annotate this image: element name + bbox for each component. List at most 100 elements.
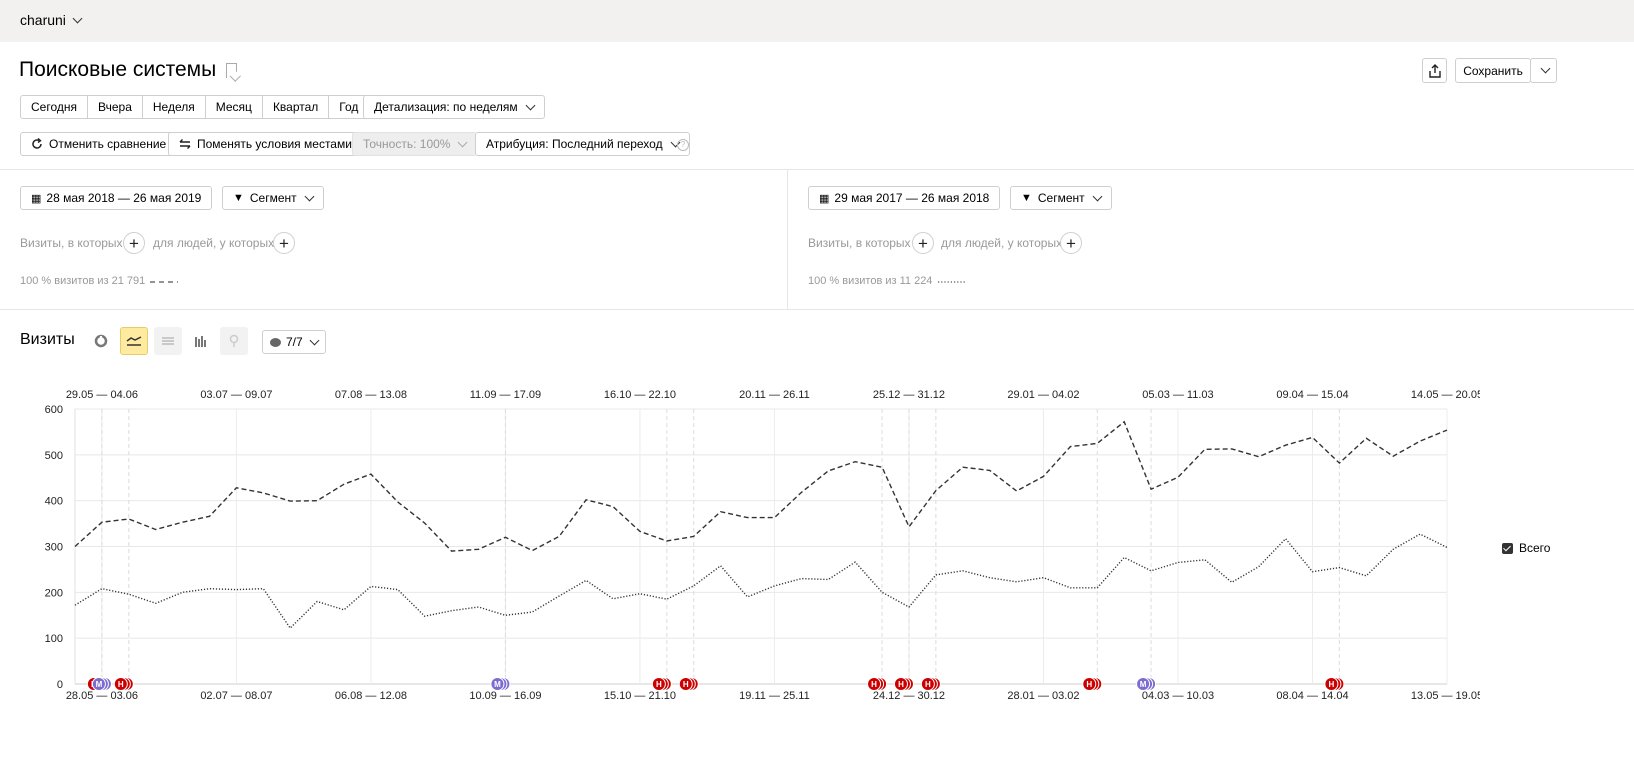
- period-today[interactable]: Сегодня: [21, 96, 88, 118]
- swap-conditions-button[interactable]: Поменять условия местами: [168, 132, 363, 156]
- date-range-2-label: 29 мая 2017 — 26 мая 2018: [834, 191, 990, 205]
- x-tick-label-bottom: 06.08 — 12.08: [335, 690, 407, 702]
- date-range-picker-1[interactable]: ▦ 28 мая 2018 — 26 мая 2019: [20, 186, 213, 210]
- add-visits-condition-button-1[interactable]: +: [123, 232, 145, 254]
- notes-filter-select[interactable]: 7/7: [262, 330, 326, 354]
- swap-conditions-label: Поменять условия местами: [197, 137, 352, 151]
- annotation-marker-label: Н: [683, 680, 689, 689]
- accuracy-select[interactable]: Точность: 100%: [352, 132, 478, 156]
- legend-checkbox[interactable]: [1502, 542, 1513, 554]
- legend-label: Всего: [1519, 541, 1551, 555]
- chevron-down-icon: [304, 191, 315, 201]
- add-people-condition-button-1[interactable]: +: [273, 232, 295, 254]
- divider: [787, 169, 788, 309]
- x-tick-label-top: 29.01 — 04.02: [1007, 389, 1079, 401]
- visits-condition-label-2: Визиты, в которых: [808, 236, 911, 250]
- comment-icon: [270, 337, 281, 347]
- export-button[interactable]: [1422, 58, 1447, 83]
- calendar-icon: ▦: [819, 192, 829, 205]
- top-bar: charuni: [0, 0, 1634, 42]
- y-tick-label: 500: [45, 450, 63, 462]
- cancel-compare-label: Отменить сравнение: [49, 137, 167, 151]
- account-name: charuni: [20, 12, 66, 28]
- x-tick-label-bottom: 02.07 — 08.07: [200, 690, 272, 702]
- help-icon[interactable]: ?: [677, 139, 689, 151]
- annotation-marker-label: Н: [1086, 680, 1092, 689]
- save-options-button[interactable]: [1530, 58, 1557, 83]
- page-title-text: Поисковые системы: [19, 58, 217, 81]
- pie-chart-button[interactable]: [87, 327, 115, 355]
- chevron-down-icon: [458, 137, 468, 147]
- account-switcher[interactable]: charuni: [20, 12, 83, 28]
- x-tick-label-top: 07.08 — 13.08: [335, 389, 407, 401]
- divider: [0, 169, 1634, 170]
- date-range-1-label: 28 мая 2018 — 26 мая 2019: [46, 191, 202, 205]
- line-chart-button[interactable]: [120, 327, 148, 355]
- segment-summary-2: 100 % визитов из 11 224: [808, 275, 933, 287]
- detail-select[interactable]: Детализация: по неделям: [363, 95, 545, 119]
- chart-title: Визиты: [20, 331, 75, 348]
- x-tick-label-top: 25.12 — 31.12: [873, 389, 945, 401]
- bar-chart-icon: [195, 335, 206, 347]
- segment-select-2[interactable]: ▼ Сегмент: [1010, 186, 1112, 210]
- y-tick-label: 0: [57, 679, 63, 691]
- period-month[interactable]: Месяц: [206, 96, 263, 118]
- period-week[interactable]: Неделя: [143, 96, 206, 118]
- visits-line-chart: 0 100 200 300 400 500 60029.05 — 04.06 28.05 — …: [45, 389, 1480, 702]
- dashed-line-legend-icon: [150, 281, 178, 283]
- map-pin-icon: [229, 334, 239, 347]
- y-tick-label: 600: [45, 404, 63, 416]
- map-button[interactable]: [220, 327, 248, 355]
- x-tick-label-bottom: 13.05 — 19.05: [1411, 690, 1480, 702]
- refresh-icon: [32, 138, 42, 149]
- line-chart-icon: [126, 336, 142, 346]
- date-range-picker-2[interactable]: ▦ 29 мая 2017 — 26 мая 2018: [808, 186, 1001, 210]
- series-line-2: [74, 533, 1448, 630]
- visits-condition-label-1: Визиты, в которых: [20, 236, 123, 250]
- annotation-marker-label: Н: [656, 680, 662, 689]
- bookmark-icon[interactable]: [226, 62, 238, 78]
- x-tick-label-top: 09.04 — 15.04: [1276, 389, 1348, 401]
- x-tick-label-top: 03.07 — 09.07: [200, 389, 272, 401]
- save-button[interactable]: Сохранить: [1455, 58, 1531, 83]
- segment-select-1[interactable]: ▼ Сегмент: [222, 186, 324, 210]
- chevron-down-icon: [309, 335, 320, 345]
- x-tick-label-bottom: 10.09 — 16.09: [469, 690, 541, 702]
- chevron-down-icon: [1092, 191, 1103, 201]
- attribution-select[interactable]: Атрибуция: Последний переход: [475, 132, 690, 156]
- y-tick-label: 100: [45, 633, 63, 645]
- x-tick-label-top: 11.09 — 17.09: [470, 389, 541, 401]
- add-people-condition-button-2[interactable]: +: [1060, 232, 1082, 254]
- annotation-marker-label: Н: [118, 680, 124, 689]
- people-condition-label-1: для людей, у которых: [153, 236, 275, 250]
- x-tick-label-top: 05.03 — 11.03: [1142, 389, 1213, 401]
- bar-chart-button[interactable]: [187, 327, 215, 355]
- x-tick-label-top: 29.05 — 04.06: [66, 389, 138, 401]
- series-legend: Всего: [1502, 541, 1550, 555]
- chevron-down-icon: [525, 100, 536, 110]
- x-tick-label-top: 20.11 — 26.11: [739, 389, 810, 401]
- y-tick-label: 200: [45, 587, 63, 599]
- accuracy-label: Точность: 100%: [363, 137, 451, 151]
- filter-icon: ▼: [1021, 192, 1032, 204]
- cancel-compare-button[interactable]: Отменить сравнение: [20, 132, 178, 156]
- x-tick-label-bottom: 08.04 — 14.04: [1276, 690, 1348, 702]
- x-tick-label-bottom: 24.12 — 30.12: [873, 690, 945, 702]
- period-yesterday[interactable]: Вчера: [88, 96, 143, 118]
- series-line-1: [74, 420, 1448, 552]
- annotation-marker-label: Н: [1329, 680, 1335, 689]
- add-visits-condition-button-2[interactable]: +: [912, 232, 934, 254]
- x-tick-label-top: 14.05 — 20.05: [1411, 389, 1480, 401]
- save-label: Сохранить: [1463, 63, 1523, 78]
- area-chart-icon: [162, 337, 174, 345]
- notes-count: 7/7: [286, 335, 303, 349]
- y-tick-label: 400: [45, 496, 63, 508]
- filter-icon: ▼: [233, 192, 244, 204]
- attribution-label: Атрибуция: Последний переход: [486, 137, 663, 151]
- area-chart-button[interactable]: [154, 327, 182, 355]
- annotation-marker-label: Н: [925, 680, 931, 689]
- period-quarter[interactable]: Квартал: [263, 96, 330, 118]
- calendar-icon: ▦: [31, 192, 41, 205]
- annotation-marker-label: М: [1140, 680, 1147, 689]
- segment-summary-1: 100 % визитов из 21 791: [20, 275, 146, 287]
